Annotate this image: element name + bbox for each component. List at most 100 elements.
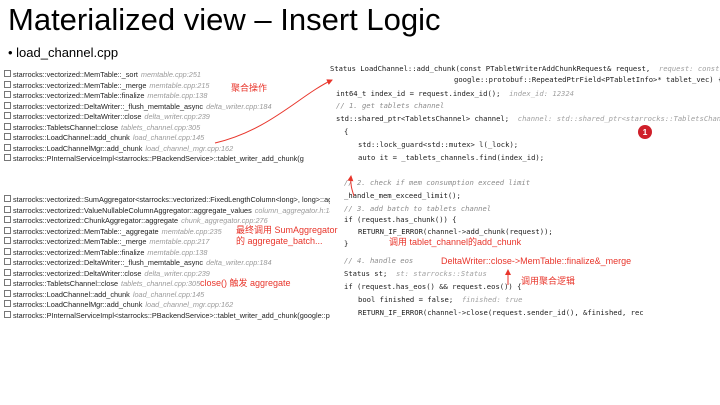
frame-function: starrocks::vectorized::DeltaWriter::_flu…	[13, 101, 204, 111]
stack-frame[interactable]: starrocks::PInternalServiceImpl<starrock…	[4, 154, 330, 165]
code-line: std::shared_ptr<TabletsChannel> channel;…	[336, 114, 720, 123]
stack-frame[interactable]: starrocks::vectorized::MemTable::_sort me…	[4, 70, 330, 81]
annotation-final-call-2: 的 aggregate_batch...	[236, 236, 323, 246]
stack-frame[interactable]: starrocks::LoadChannel::add_chunk load_ch…	[4, 289, 330, 301]
frame-function: starrocks::vectorized::MemTable::finaliz…	[13, 91, 145, 100]
frame-location: tablets_channel.cpp:305	[121, 122, 201, 132]
code-line: if (request.has_eos() && request.eos()) …	[344, 282, 522, 291]
code-line: Status LoadChannel::add_chunk(const PTab…	[330, 64, 720, 73]
frame-icon	[4, 70, 11, 77]
code-line: int64_t index_id = request.index_id(); i…	[336, 89, 575, 98]
frame-icon	[4, 216, 11, 223]
code-line: google::protobuf::RepeatedPtrField<PTabl…	[454, 75, 720, 84]
frame-location: tablets_channel.cpp:305	[121, 279, 201, 288]
frame-location: memtable.cpp:138	[147, 91, 208, 100]
stack-frame[interactable]: starrocks::PInternalServiceImpl<starrock…	[4, 310, 330, 322]
frame-location: column_aggregator.h:181	[254, 205, 330, 215]
frame-function: starrocks::PInternalServiceImpl<starrock…	[13, 310, 330, 320]
frame-function: starrocks::vectorized::DeltaWriter::clos…	[13, 112, 142, 121]
frame-icon	[4, 122, 11, 130]
code-line: std::lock_guard<std::mutex> l(_lock);	[358, 140, 519, 149]
frame-icon	[4, 289, 11, 297]
slide-subtitle: • load_channel.cpp	[8, 45, 119, 60]
annotation-final-call: 最终调用 SumAggregator	[236, 225, 338, 235]
stack-frame[interactable]: starrocks::LoadChannelMgr::add_chunk load…	[4, 143, 330, 155]
call-stack-bottom: starrocks::vectorized::SumAggregator<sta…	[4, 195, 330, 321]
stack-frame[interactable]: starrocks::vectorized::SumAggregator<sta…	[4, 195, 330, 206]
frame-location: memtable.cpp:235	[161, 226, 222, 236]
frame-location: memtable.cpp:215	[149, 80, 210, 90]
frame-function: starrocks::vectorized::MemTable::finaliz…	[13, 247, 145, 257]
frame-icon	[4, 310, 11, 318]
frame-function: starrocks::TabletsChannel::close	[13, 279, 119, 288]
call-stack-top: starrocks::vectorized::MemTable::_sort me…	[4, 70, 330, 165]
frame-function: starrocks::LoadChannel::add_chunk	[13, 289, 130, 299]
frame-icon	[4, 143, 11, 151]
frame-icon	[4, 154, 11, 161]
frame-location: memtable.cpp:138	[147, 247, 208, 257]
frame-function: starrocks::vectorized::MemTable::_merge	[13, 237, 147, 246]
code-comment: // 3. add batch to tablets channel	[344, 204, 492, 213]
frame-icon	[4, 91, 11, 98]
frame-location: memtable.cpp:217	[149, 237, 210, 246]
code-comment: // 4. handle eos	[344, 256, 414, 265]
frame-icon	[4, 237, 11, 244]
annotation-merge-op: 聚合操作	[231, 83, 268, 93]
stack-frame[interactable]: starrocks::LoadChannelMgr::add_chunk load…	[4, 300, 330, 311]
frame-function: starrocks::vectorized::ValueNullableColu…	[13, 205, 252, 215]
frame-function: starrocks::vectorized::DeltaWriter::_flu…	[13, 258, 204, 267]
frame-icon	[4, 247, 11, 255]
frame-function: starrocks::vectorized::ChunkAggregator::…	[13, 216, 179, 225]
frame-location: delta_writer.cpp:239	[144, 112, 210, 121]
code-line: Status st; st: starrocks::Status	[344, 269, 487, 278]
frame-icon	[4, 258, 11, 265]
stack-frame[interactable]: starrocks::vectorized::DeltaWriter::_flu…	[4, 101, 330, 113]
frame-icon	[4, 300, 11, 307]
stack-frame[interactable]: starrocks::vectorized::MemTable::finaliz…	[4, 247, 330, 259]
stack-frame[interactable]: starrocks::vectorized::DeltaWriter::_flu…	[4, 258, 330, 269]
frame-location: delta_writer.cpp:184	[206, 101, 272, 111]
stack-frame[interactable]: starrocks::vectorized::MemTable::_merge m…	[4, 80, 330, 92]
frame-location: load_channel_mgr.cpp:162	[145, 300, 234, 309]
code-line: if (request.has_chunk()) {	[344, 215, 457, 224]
code-line: RETURN_IF_ERROR(channel->close(request.s…	[358, 308, 644, 317]
frame-function: starrocks::LoadChannel::add_chunk	[13, 133, 130, 142]
frame-function: starrocks::vectorized::DeltaWriter::clos…	[13, 268, 142, 278]
frame-icon	[4, 279, 11, 286]
step-badge: 1	[638, 125, 652, 139]
code-comment: // 2. check if mem consumption exceed li…	[344, 178, 531, 187]
code-line: auto it = _tablets_channels.find(index_i…	[358, 153, 545, 162]
frame-icon	[4, 205, 11, 213]
frame-icon	[4, 133, 11, 140]
frame-function: starrocks::TabletsChannel::close	[13, 122, 119, 132]
frame-function: starrocks::vectorized::MemTable::_aggreg…	[13, 226, 159, 236]
frame-icon	[4, 268, 11, 276]
code-line: }	[344, 239, 349, 248]
frame-function: starrocks::vectorized::SumAggregator<sta…	[13, 195, 330, 204]
frame-icon	[4, 195, 11, 202]
annotation-delta-writer: DeltaWriter::close->MemTable::finalize&_…	[441, 256, 632, 266]
frame-function: starrocks::LoadChannelMgr::add_chunk	[13, 143, 143, 153]
annotation-call-add-chunk: 调用 tablet_channel的add_chunk	[389, 237, 522, 247]
frame-location: delta_writer.cpp:184	[206, 258, 272, 267]
code-line: RETURN_IF_ERROR(channel->add_chunk(reque…	[358, 227, 553, 236]
frame-icon	[4, 226, 11, 234]
frame-function: starrocks::PInternalServiceImpl<starrock…	[13, 154, 304, 163]
annotation-call-agg: 调用聚合逻辑	[521, 276, 576, 286]
code-line: _handle_mem_exceed_limit();	[344, 191, 461, 200]
frame-function: starrocks::vectorized::MemTable::_sort	[13, 70, 138, 79]
stack-frame[interactable]: starrocks::LoadChannel::add_chunk load_ch…	[4, 133, 330, 144]
frame-function: starrocks::LoadChannelMgr::add_chunk	[13, 300, 143, 309]
code-comment: // 1. get tablets channel	[336, 101, 445, 110]
code-line: bool finished = false; finished: true	[358, 295, 523, 304]
stack-frame[interactable]: starrocks::vectorized::MemTable::finaliz…	[4, 91, 330, 102]
frame-icon	[4, 80, 11, 88]
stack-frame[interactable]: starrocks::vectorized::DeltaWriter::clos…	[4, 112, 330, 123]
stack-frame[interactable]: starrocks::TabletsChannel::close tablets_…	[4, 122, 330, 134]
frame-location: delta_writer.cpp:239	[144, 268, 210, 278]
stack-frame[interactable]: starrocks::vectorized::ValueNullableColu…	[4, 205, 330, 217]
frame-location: load_channel_mgr.cpp:162	[145, 143, 234, 153]
frame-location: load_channel.cpp:145	[132, 133, 205, 142]
annotation-close-trigger: close() 触发 aggregate	[200, 278, 291, 288]
frame-location: memtable.cpp:251	[140, 70, 201, 79]
